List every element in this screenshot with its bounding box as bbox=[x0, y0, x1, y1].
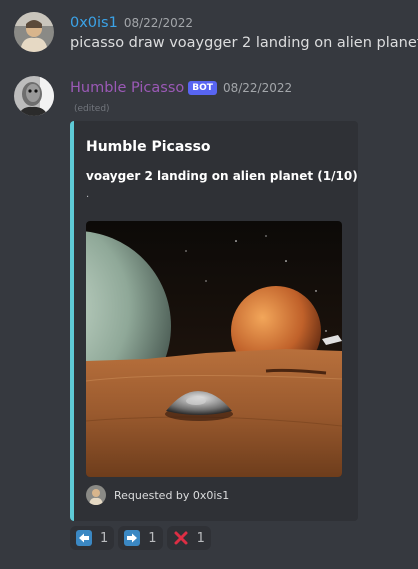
left-arrow-icon bbox=[76, 530, 92, 546]
reaction-count: 1 bbox=[196, 530, 205, 546]
embed-description: . bbox=[86, 189, 90, 200]
reaction-left-arrow[interactable]: 1 bbox=[70, 526, 115, 550]
footer-text: Requested by 0x0is1 bbox=[114, 488, 230, 502]
embed-title: voayger 2 landing on alien planet (1/10) bbox=[86, 169, 358, 183]
reaction-cross-mark[interactable]: 1 bbox=[166, 526, 211, 550]
embed-author: Humble Picasso bbox=[86, 139, 211, 155]
reaction-count: 1 bbox=[100, 530, 109, 546]
timestamp: 08/22/2022 bbox=[222, 81, 293, 95]
bot-badge: BOT bbox=[188, 81, 217, 95]
right-arrow-icon bbox=[124, 530, 141, 546]
reactions-bar: 1 1 1 bbox=[70, 526, 215, 550]
username[interactable]: Humble Picasso bbox=[70, 80, 184, 96]
edited-label: (edited) bbox=[74, 104, 110, 114]
embed-card: Humble Picasso voayger 2 landing on alie… bbox=[70, 121, 358, 521]
embed-image[interactable] bbox=[86, 221, 342, 477]
bot-avatar[interactable] bbox=[14, 76, 54, 116]
cross-mark-icon bbox=[173, 530, 189, 546]
username[interactable]: 0x0is1 bbox=[70, 15, 118, 31]
message-content: picasso draw voaygger 2 landing on alien… bbox=[70, 35, 418, 51]
requester-avatar bbox=[86, 485, 106, 505]
user-avatar[interactable] bbox=[14, 12, 54, 52]
timestamp: 08/22/2022 bbox=[123, 16, 194, 30]
reaction-right-arrow[interactable]: 1 bbox=[118, 526, 163, 550]
embed-footer: Requested by 0x0is1 bbox=[86, 485, 229, 505]
reaction-count: 1 bbox=[148, 530, 157, 546]
